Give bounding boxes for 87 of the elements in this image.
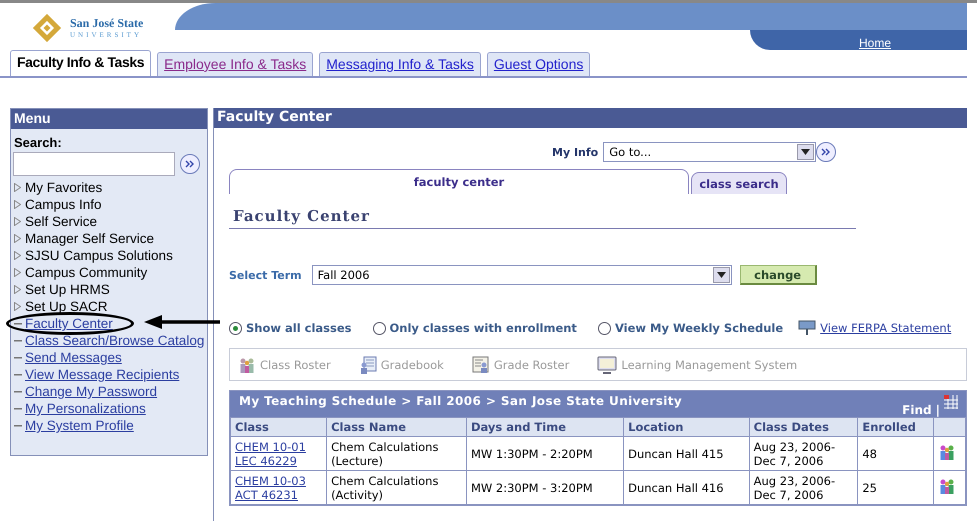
page-heading: Faculty Center: [229, 194, 856, 229]
dash-icon: [14, 408, 22, 410]
table-cell: Duncan Hall 416: [624, 470, 750, 504]
roster-icon[interactable]: [938, 443, 956, 461]
class-name-line: Chem Calculations: [331, 440, 440, 454]
dash-icon: [14, 374, 22, 376]
dash-icon: [14, 322, 22, 324]
class-link[interactable]: CHEM 10-03: [235, 474, 322, 488]
menu-item[interactable]: My System Profile: [25, 417, 134, 434]
radio-button[interactable]: [598, 322, 611, 334]
menu-item[interactable]: Class Search/Browse Catalog: [25, 332, 204, 349]
view-option[interactable]: Show all classes: [229, 321, 352, 335]
page-tab[interactable]: class search: [691, 172, 787, 194]
menu-item[interactable]: Send Messages: [25, 349, 122, 366]
go-button[interactable]: [816, 142, 836, 162]
table-cell: MW 1:30PM - 2:20PM: [466, 436, 624, 470]
menu-item[interactable]: Change My Password: [25, 383, 158, 400]
panel-title: Faculty Center: [214, 108, 967, 128]
dash-icon: [14, 390, 22, 392]
dash-icon: [14, 424, 22, 426]
find-link[interactable]: Find: [902, 403, 932, 417]
dash-icon: [14, 356, 22, 358]
menu-item[interactable]: Set Up HRMS: [25, 281, 110, 298]
menu-title: Menu: [11, 109, 207, 129]
double-chevron-icon: [821, 148, 832, 156]
date-line: Aug 23, 2006-: [754, 440, 836, 454]
search-field[interactable]: [13, 152, 175, 176]
view-option[interactable]: View My Weekly Schedule: [598, 321, 784, 335]
monitor-icon: [597, 356, 618, 374]
menu-item[interactable]: Set Up SACR: [25, 298, 108, 315]
dash-icon: [14, 340, 22, 342]
class-name-line: (Lecture): [331, 454, 384, 468]
nav-tab[interactable]: Guest Options: [486, 52, 590, 76]
menu-item[interactable]: My Personalizations: [25, 400, 146, 417]
view-option[interactable]: Only classes with enrollment: [372, 321, 577, 335]
presentation-board-icon: [798, 320, 816, 336]
date-line: Dec 7, 2006: [754, 454, 824, 468]
menu-item[interactable]: Campus Info: [25, 196, 102, 213]
menu-item[interactable]: Campus Community: [25, 264, 148, 281]
table-cell: 48: [858, 436, 933, 470]
class-name-line: Chem Calculations: [331, 474, 440, 488]
column-header: Enrolled: [858, 418, 933, 436]
change-button[interactable]: change: [740, 265, 817, 285]
column-header: Class Dates: [749, 418, 858, 436]
grade-sheet-icon: [472, 356, 490, 374]
my-info-dropdown[interactable]: Go to...: [603, 142, 816, 162]
class-name-line: (Activity): [331, 488, 384, 502]
ferpa-link[interactable]: View FERPA Statement: [798, 320, 952, 336]
menu-item[interactable]: Self Service: [25, 213, 98, 230]
menu-item[interactable]: Manager Self Service: [25, 230, 154, 247]
search-label: Search:: [13, 134, 63, 152]
class-link[interactable]: ACT 46231: [235, 488, 322, 502]
nav-tab[interactable]: Faculty Info & Tasks: [10, 50, 152, 76]
radio-button[interactable]: [372, 322, 386, 334]
menu-item[interactable]: My Favorites: [25, 179, 102, 196]
nav-tab[interactable]: Messaging Info & Tasks: [319, 52, 481, 76]
home-link[interactable]: Home: [858, 36, 891, 50]
term-dropdown[interactable]: Fall 2006: [312, 265, 732, 285]
column-header: Class: [230, 418, 327, 436]
table-cell: MW 2:30PM - 3:20PM: [466, 470, 624, 504]
search-go-button[interactable]: [180, 154, 200, 174]
gradebook-icon: [358, 356, 377, 374]
schedule-title: My Teaching Schedule > Fall 2006 > San Jose State University: [239, 394, 682, 410]
dropdown-caret-icon[interactable]: [801, 149, 810, 155]
radio-button[interactable]: [229, 322, 242, 334]
column-header: Class Name: [326, 418, 466, 436]
my-info-label: My Info: [552, 146, 598, 158]
table-cell: Duncan Hall 415: [624, 436, 750, 470]
class-link[interactable]: CHEM 10-01: [235, 440, 322, 454]
menu-item[interactable]: View Message Recipients: [25, 366, 180, 383]
logo-name: San José State: [70, 16, 144, 31]
date-line: Aug 23, 2006-: [754, 474, 836, 488]
separator: |: [936, 403, 940, 417]
date-line: Dec 7, 2006: [754, 488, 824, 502]
term-label: Select Term: [229, 268, 302, 282]
class-link[interactable]: LEC 46229: [235, 454, 322, 468]
menu-item[interactable]: Faculty Center: [25, 315, 113, 332]
grid-icon[interactable]: [944, 395, 958, 409]
nav-tab[interactable]: Employee Info & Tasks: [157, 52, 314, 76]
dropdown-caret-icon[interactable]: [716, 272, 726, 278]
page-tab[interactable]: faculty center: [229, 169, 689, 194]
table-cell: 25: [858, 470, 933, 504]
roster-icon[interactable]: [938, 477, 956, 495]
column-header: Location: [624, 418, 750, 436]
double-chevron-icon: [185, 160, 195, 168]
column-header: Days and Time: [466, 418, 624, 436]
menu-item[interactable]: SJSU Campus Solutions: [25, 247, 173, 264]
